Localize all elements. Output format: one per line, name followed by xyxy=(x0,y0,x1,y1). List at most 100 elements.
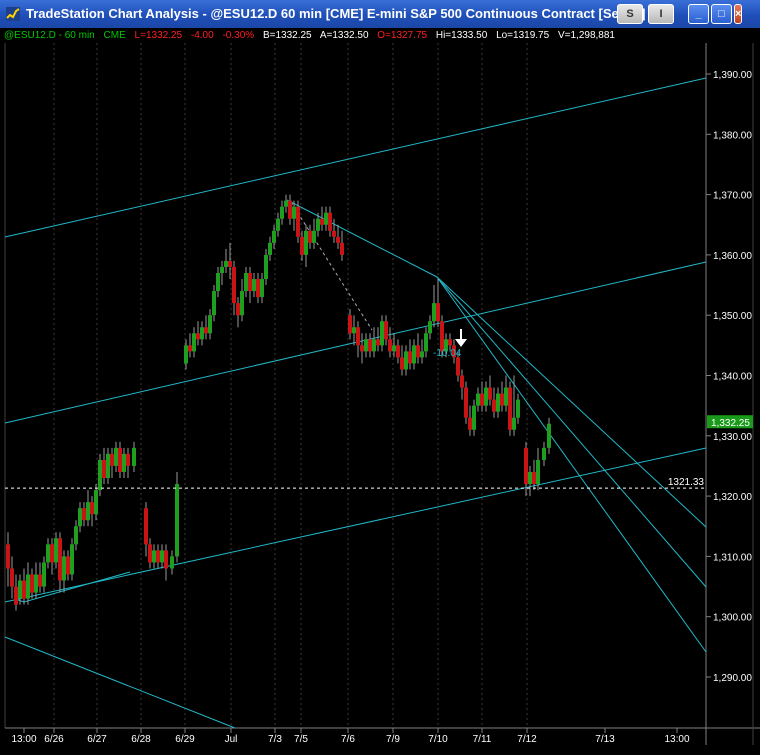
down-candle[interactable] xyxy=(110,447,114,479)
minimize-button[interactable]: _ xyxy=(688,4,709,24)
down-candle[interactable] xyxy=(500,381,504,412)
up-candle[interactable] xyxy=(42,556,46,593)
down-arrow-icon[interactable] xyxy=(455,329,467,347)
down-candle[interactable] xyxy=(204,315,208,340)
up-candle[interactable] xyxy=(200,321,204,346)
up-candle[interactable] xyxy=(512,375,516,436)
down-candle[interactable] xyxy=(488,375,492,406)
up-candle[interactable] xyxy=(284,194,288,213)
up-candle[interactable] xyxy=(380,315,384,352)
down-candle[interactable] xyxy=(336,224,340,249)
down-candle[interactable] xyxy=(388,327,392,358)
trend-channel-line[interactable] xyxy=(4,447,707,603)
up-candle[interactable] xyxy=(62,550,66,593)
up-candle[interactable] xyxy=(260,272,264,304)
up-candle[interactable] xyxy=(420,339,424,364)
down-candle[interactable] xyxy=(22,568,26,605)
up-candle[interactable] xyxy=(34,562,38,599)
up-candle[interactable] xyxy=(46,538,50,569)
down-candle[interactable] xyxy=(464,381,468,424)
down-candle[interactable] xyxy=(508,381,512,436)
up-candle[interactable] xyxy=(547,417,551,454)
up-candle[interactable] xyxy=(432,285,436,328)
up-candle[interactable] xyxy=(216,266,220,298)
down-candle[interactable] xyxy=(436,279,440,328)
up-candle[interactable] xyxy=(276,212,280,237)
trend-channel-line[interactable] xyxy=(4,636,236,729)
down-candle[interactable] xyxy=(58,532,62,593)
maximize-button[interactable]: □ xyxy=(711,4,732,24)
down-candle[interactable] xyxy=(360,333,364,364)
down-candle[interactable] xyxy=(492,387,496,418)
up-candle[interactable] xyxy=(98,453,102,497)
trend-channel-line[interactable] xyxy=(436,276,707,588)
trend-channel-line[interactable] xyxy=(436,276,707,653)
title-bar[interactable]: TradeStation Chart Analysis - @ESU12.D 6… xyxy=(0,0,760,28)
up-candle[interactable] xyxy=(324,206,328,231)
up-candle[interactable] xyxy=(542,441,546,466)
up-candle[interactable] xyxy=(74,520,78,551)
up-candle[interactable] xyxy=(252,272,256,298)
up-candle[interactable] xyxy=(404,345,408,376)
down-candle[interactable] xyxy=(356,321,360,358)
down-candle[interactable] xyxy=(368,333,372,358)
down-candle[interactable] xyxy=(188,333,192,358)
up-candle[interactable] xyxy=(504,375,508,412)
down-candle[interactable] xyxy=(236,297,240,328)
down-candle[interactable] xyxy=(10,556,14,599)
up-candle[interactable] xyxy=(536,447,540,491)
down-candle[interactable] xyxy=(14,574,18,611)
up-candle[interactable] xyxy=(496,387,500,418)
down-candle[interactable] xyxy=(348,309,352,340)
up-candle[interactable] xyxy=(170,550,174,575)
up-candle[interactable] xyxy=(428,315,432,340)
up-candle[interactable] xyxy=(280,200,284,225)
up-candle[interactable] xyxy=(114,441,118,472)
up-candle[interactable] xyxy=(220,260,224,286)
up-candle[interactable] xyxy=(208,309,212,340)
up-candle[interactable] xyxy=(70,538,74,581)
down-candle[interactable] xyxy=(400,345,404,376)
down-candle[interactable] xyxy=(126,447,130,479)
up-candle[interactable] xyxy=(152,544,156,569)
up-candle[interactable] xyxy=(352,315,356,346)
up-candle[interactable] xyxy=(224,248,228,273)
up-candle[interactable] xyxy=(175,471,179,563)
up-candle[interactable] xyxy=(472,399,476,436)
down-candle[interactable] xyxy=(102,447,106,485)
down-candle[interactable] xyxy=(66,550,70,581)
down-candle[interactable] xyxy=(320,206,324,231)
down-candle[interactable] xyxy=(296,200,300,243)
down-candle[interactable] xyxy=(148,538,152,569)
down-candle[interactable] xyxy=(332,218,336,243)
up-candle[interactable] xyxy=(476,387,480,412)
down-candle[interactable] xyxy=(384,315,388,346)
down-candle[interactable] xyxy=(376,327,380,352)
down-candle[interactable] xyxy=(340,230,344,261)
indicator-button[interactable]: I xyxy=(648,4,674,24)
trend-channel-line[interactable] xyxy=(4,77,707,238)
down-candle[interactable] xyxy=(50,538,54,575)
up-candle[interactable] xyxy=(86,490,90,527)
down-candle[interactable] xyxy=(460,369,464,400)
down-candle[interactable] xyxy=(288,194,292,225)
up-candle[interactable] xyxy=(292,200,296,231)
up-candle[interactable] xyxy=(528,465,532,497)
close-button[interactable]: × xyxy=(734,4,743,24)
price-chart[interactable]: 1,390.00 1,380.00 1,370.00 1,360.00 1,350.00… xyxy=(0,28,760,750)
down-candle[interactable] xyxy=(480,381,484,412)
down-candle[interactable] xyxy=(144,502,148,557)
up-candle[interactable] xyxy=(212,285,216,322)
up-candle[interactable] xyxy=(160,544,164,569)
chart-area[interactable]: 1,390.00 1,380.00 1,370.00 1,360.00 1,350.00… xyxy=(0,28,760,750)
up-candle[interactable] xyxy=(192,327,196,358)
up-candle[interactable] xyxy=(424,327,428,358)
up-candle[interactable] xyxy=(516,393,520,424)
up-candle[interactable] xyxy=(364,333,368,358)
down-candle[interactable] xyxy=(38,562,42,593)
up-candle[interactable] xyxy=(484,381,488,412)
down-candle[interactable] xyxy=(256,272,260,304)
down-candle[interactable] xyxy=(156,544,160,569)
up-candle[interactable] xyxy=(106,447,110,485)
up-candle[interactable] xyxy=(312,218,316,249)
